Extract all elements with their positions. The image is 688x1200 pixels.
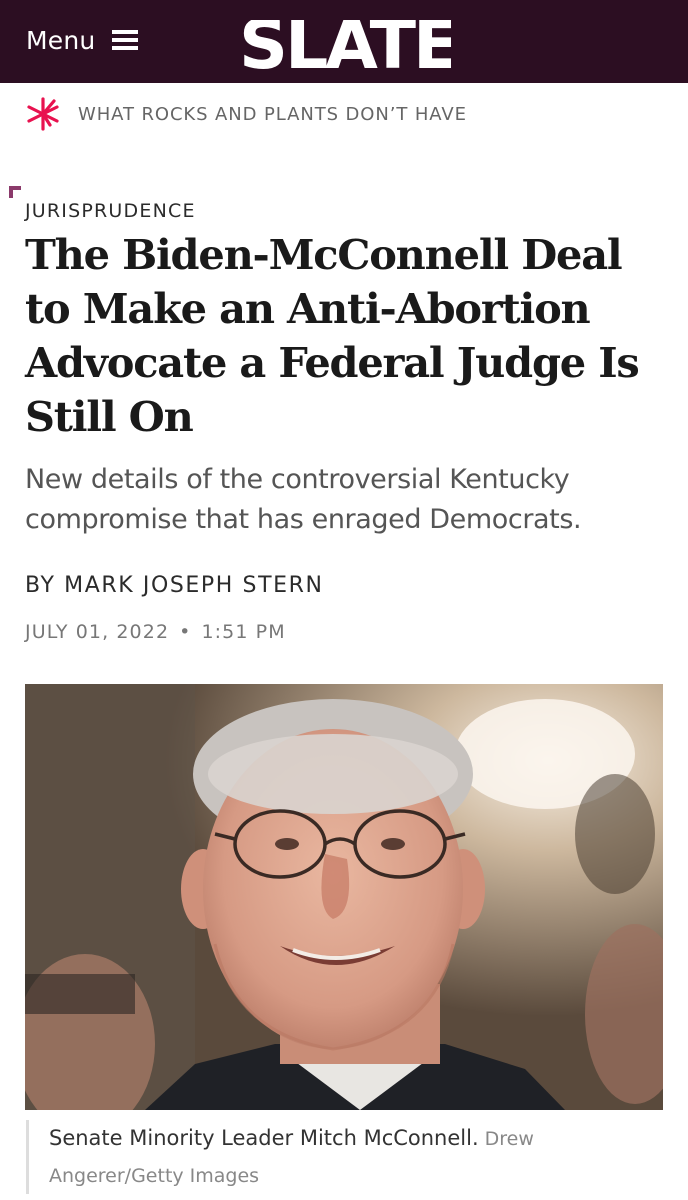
- publish-dateline: JULY 01, 2022 • 1:51 PM: [25, 621, 286, 643]
- photo-illustration: [25, 684, 663, 1110]
- publish-time: 1:51 PM: [201, 621, 286, 643]
- corner-bracket-icon: [9, 186, 21, 198]
- slate-star-icon: [27, 97, 59, 131]
- section-link[interactable]: JURISPRUDENCE: [25, 200, 196, 222]
- site-tagline: WHAT ROCKS AND PLANTS DON’T HAVE: [24, 96, 467, 132]
- caption-text: Senate Minority Leader Mitch McConnell.: [49, 1126, 479, 1150]
- author-link[interactable]: MARK JOSEPH STERN: [64, 573, 323, 598]
- slate-logo-text: SLATE: [239, 20, 451, 85]
- menu-button[interactable]: Menu: [26, 22, 139, 58]
- slate-logo[interactable]: SLATE: [239, 20, 451, 86]
- article-dek: New details of the controversial Kentuck…: [25, 464, 582, 535]
- site-header: Menu SLATE: [0, 0, 688, 83]
- hamburger-icon: [112, 27, 139, 53]
- date-separator: •: [179, 621, 192, 643]
- menu-label: Menu: [26, 25, 96, 55]
- byline: BY MARK JOSEPH STERN: [25, 573, 324, 598]
- photo-caption: Senate Minority Leader Mitch McConnell. D…: [26, 1120, 669, 1194]
- article-headline: The Biden-McConnell Deal to Make an Anti…: [25, 230, 640, 441]
- article-photo[interactable]: [25, 684, 663, 1110]
- publish-date: JULY 01, 2022: [25, 621, 170, 643]
- tagline-text: WHAT ROCKS AND PLANTS DON’T HAVE: [78, 103, 467, 125]
- byline-prefix: BY: [25, 573, 56, 598]
